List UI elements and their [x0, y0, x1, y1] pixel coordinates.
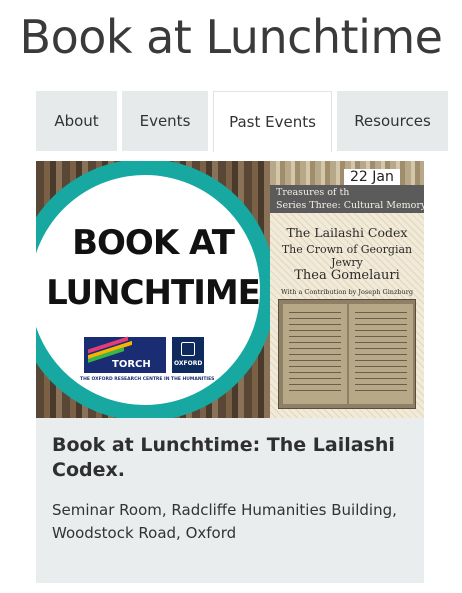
cover-author: Thea Gomelauri	[294, 268, 400, 283]
oxford-wordmark: OXFORD	[174, 360, 203, 367]
cover-series-line2: Series Three: Cultural Memory	[276, 200, 424, 211]
event-card[interactable]: BOOK AT LUNCHTIME TORCH OXFORD THE OXFOR…	[36, 161, 424, 583]
book-at-lunchtime-logo: BOOK AT LUNCHTIME TORCH OXFORD THE OXFOR…	[36, 161, 270, 418]
oxford-crest-icon	[181, 342, 195, 356]
torch-wordmark: TORCH	[112, 359, 151, 370]
manuscript-page-right	[349, 304, 413, 404]
logo-text-line2: LUNCHTIME	[46, 273, 261, 313]
event-location: Seminar Room, Radcliffe Humanities Build…	[52, 501, 397, 542]
cover-series-band: Treasures of th Series Three: Cultural M…	[270, 185, 424, 213]
logo-text-line1: BOOK AT	[72, 223, 235, 263]
tab-events[interactable]: Events	[122, 91, 208, 151]
torch-caption: THE OXFORD RESEARCH CENTRE IN THE HUMANI…	[80, 377, 215, 382]
tab-past-events[interactable]: Past Events	[213, 91, 332, 152]
cover-subtitle: The Crown of Georgian Jewry	[281, 243, 413, 269]
cover-contribution: With a Contribution by Joseph Ginzburg	[280, 288, 414, 296]
tab-resources[interactable]: Resources	[337, 91, 448, 151]
event-image[interactable]: BOOK AT LUNCHTIME TORCH OXFORD THE OXFOR…	[36, 161, 424, 418]
torch-logo: TORCH	[84, 336, 166, 373]
cover-series-line1: Treasures of th	[276, 187, 350, 198]
event-title[interactable]: Book at Lunchtime: The Lailashi Codex.	[52, 433, 412, 483]
site-title: Book at Lunchtime	[19, 10, 443, 64]
cover-title: The Lailashi Codex	[286, 225, 408, 240]
book-cover: Treasures of th Series Three: Cultural M…	[270, 161, 424, 418]
section-tabs: About Events Past Events Resources	[36, 91, 448, 152]
manuscript-image	[278, 299, 416, 409]
tab-about[interactable]: About	[36, 91, 117, 151]
manuscript-page-left	[283, 304, 347, 404]
oxford-logo: OXFORD	[172, 337, 204, 373]
event-date-badge: 22 Jan	[344, 169, 400, 185]
